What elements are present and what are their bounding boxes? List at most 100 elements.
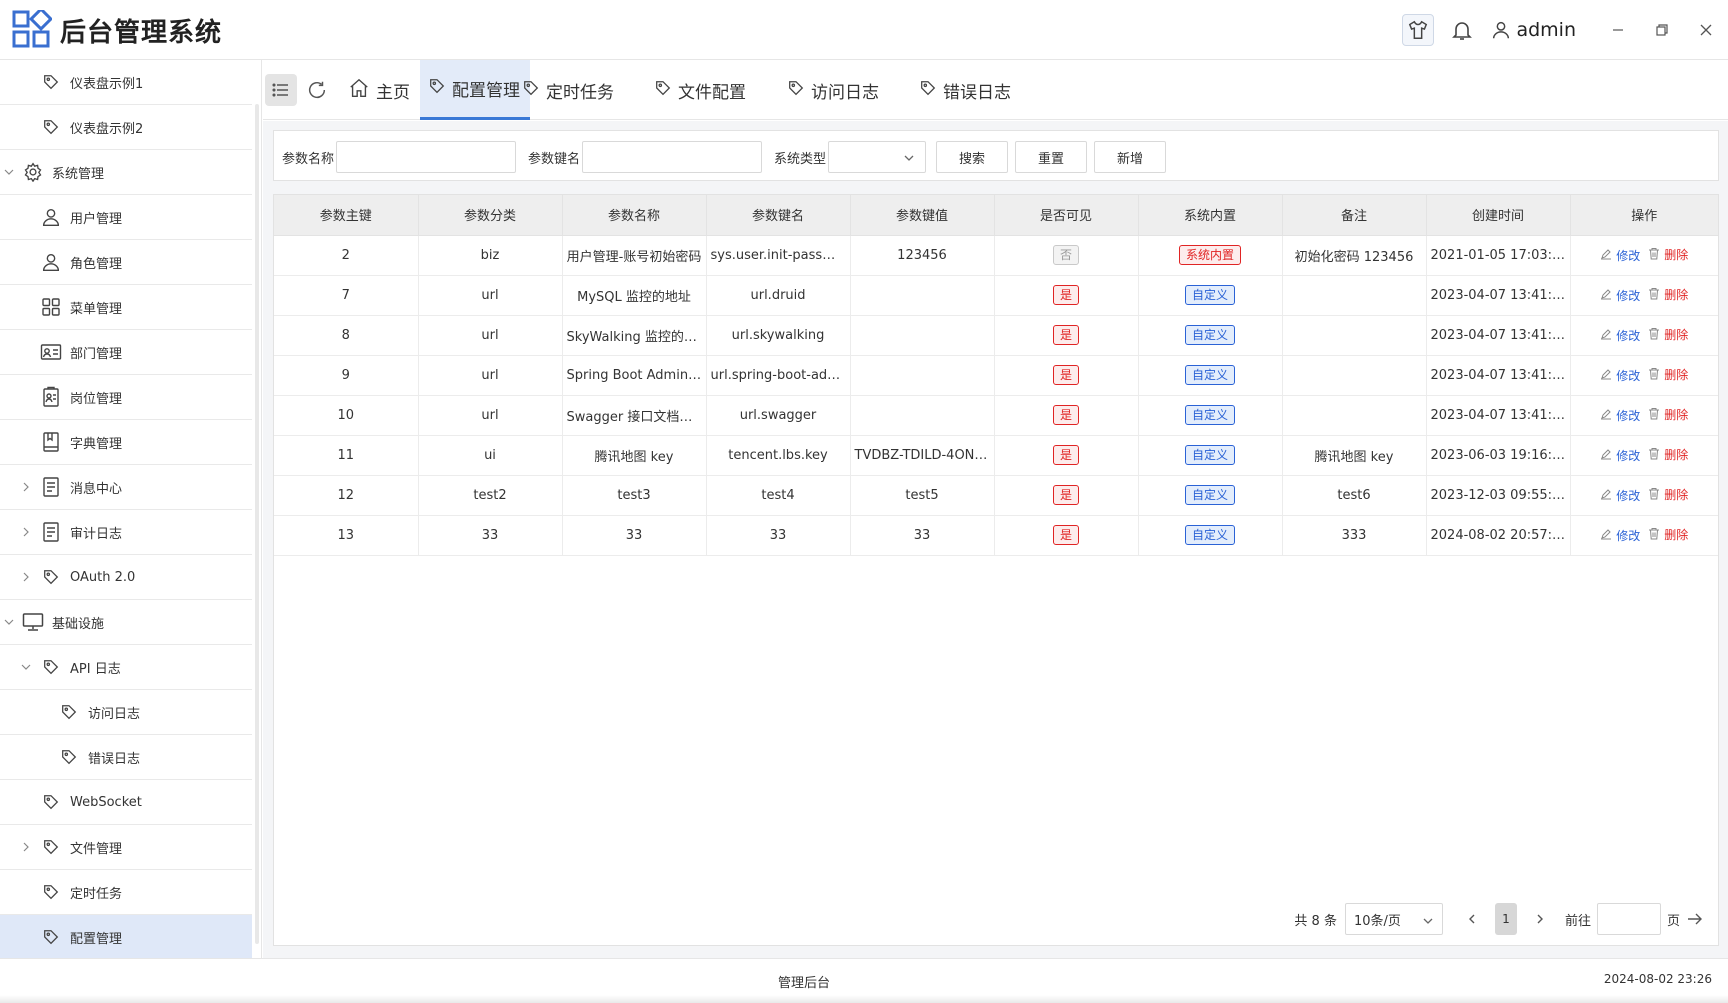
sidebar-item[interactable]: 仪表盘示例1 <box>0 60 252 105</box>
delete-label: 删除 <box>1664 328 1689 343</box>
cell-category: ui <box>418 435 563 476</box>
tab-label: 定时任务 <box>546 82 614 103</box>
cell-category: test2 <box>418 475 563 516</box>
sidebar-item[interactable]: 菜单管理 <box>0 285 252 330</box>
visible-tag: 是 <box>1052 365 1079 385</box>
sidebar-item[interactable]: 字典管理 <box>0 420 252 465</box>
builtin-tag: 自定义 <box>1184 485 1235 505</box>
edit-icon <box>1600 288 1616 303</box>
sidebar-item[interactable]: 文件管理 <box>0 825 252 870</box>
tab-item[interactable]: 定时任务 <box>520 60 642 120</box>
sidebar-item[interactable]: 错误日志 <box>0 735 252 780</box>
sidebar-item[interactable]: 消息中心 <box>0 465 252 510</box>
sidebar-item[interactable]: API 日志 <box>0 645 252 690</box>
sidebar-item[interactable]: 配置管理 <box>0 915 252 958</box>
sidebar-item[interactable]: OAuth 2.0 <box>0 555 252 600</box>
tag-icon <box>522 79 546 102</box>
tab-item[interactable]: 配置管理 <box>420 60 530 120</box>
book-icon <box>40 431 62 453</box>
close-button[interactable] <box>1684 0 1728 60</box>
reset-button[interactable]: 重置 <box>1015 141 1087 173</box>
tab-item[interactable]: 错误日志 <box>917 60 1039 120</box>
cell-category: url <box>418 355 563 396</box>
system-type-select[interactable] <box>828 141 926 173</box>
chevron-down-icon[interactable] <box>4 167 14 177</box>
delete-button[interactable]: 删除 <box>1648 446 1688 463</box>
sidebar-item-label: 系统管理 <box>52 166 105 182</box>
search-button[interactable]: 搜索 <box>936 141 1008 173</box>
chevron-down-icon[interactable] <box>21 662 31 672</box>
goto-page-button[interactable] <box>1680 903 1710 935</box>
cell-visible: 是 <box>994 435 1139 476</box>
edit-button[interactable]: 修改 <box>1600 367 1640 384</box>
edit-button[interactable]: 修改 <box>1600 287 1640 304</box>
tab-item[interactable]: 访问日志 <box>785 60 907 120</box>
edit-button[interactable]: 修改 <box>1600 447 1640 464</box>
menu-toggle-button[interactable] <box>265 74 297 106</box>
builtin-tag: 自定义 <box>1184 325 1235 345</box>
cell-name: Swagger 接口文档的... <box>562 395 707 436</box>
edit-button[interactable]: 修改 <box>1600 247 1640 264</box>
edit-button[interactable]: 修改 <box>1600 327 1640 344</box>
clipboard-icon <box>40 386 62 408</box>
delete-button[interactable]: 删除 <box>1648 246 1688 263</box>
sidebar-item[interactable]: 基础设施 <box>0 600 252 645</box>
chevron-right-icon <box>1537 914 1543 924</box>
sidebar-item[interactable]: 部门管理 <box>0 330 252 375</box>
visible-tag: 否 <box>1052 245 1079 265</box>
chevron-right-icon[interactable] <box>21 842 31 852</box>
tag-icon <box>58 746 80 768</box>
page-size-select[interactable]: 10条/页 <box>1344 903 1443 935</box>
chevron-right-icon[interactable] <box>21 527 31 537</box>
edit-button[interactable]: 修改 <box>1600 527 1640 544</box>
user-menu[interactable]: admin <box>1490 19 1576 41</box>
chevron-down-icon[interactable] <box>4 617 14 627</box>
delete-button[interactable]: 删除 <box>1648 326 1688 343</box>
prev-page-button[interactable] <box>1457 903 1487 935</box>
sidebar-item[interactable]: 系统管理 <box>0 150 252 195</box>
cell-remark <box>1282 355 1427 396</box>
sidebar-item[interactable]: 访问日志 <box>0 690 252 735</box>
bell-icon[interactable] <box>1446 14 1478 46</box>
restore-button[interactable] <box>1640 0 1684 60</box>
sidebar-item[interactable]: 仪表盘示例2 <box>0 105 252 150</box>
gear-icon <box>22 161 44 183</box>
goto-page-input[interactable] <box>1596 903 1661 935</box>
doc-icon <box>40 521 62 543</box>
delete-button[interactable]: 删除 <box>1648 526 1688 543</box>
chevron-right-icon[interactable] <box>21 482 31 492</box>
chevron-right-icon[interactable] <box>21 572 31 582</box>
sidebar-item[interactable]: 角色管理 <box>0 240 252 285</box>
delete-button[interactable]: 删除 <box>1648 366 1688 383</box>
builtin-tag: 自定义 <box>1184 405 1235 425</box>
edit-button[interactable]: 修改 <box>1600 407 1640 424</box>
tab-item[interactable]: 主页 <box>346 60 420 120</box>
tab-item[interactable]: 文件配置 <box>652 60 774 120</box>
sidebar-item[interactable]: 审计日志 <box>0 510 252 555</box>
param-key-input[interactable] <box>582 141 762 173</box>
sidebar-item-label: 仪表盘示例2 <box>70 121 144 137</box>
delete-button[interactable]: 删除 <box>1648 286 1688 303</box>
add-button[interactable]: 新增 <box>1094 141 1166 173</box>
sidebar-scrollbar[interactable] <box>255 104 259 944</box>
refresh-button[interactable] <box>301 74 333 106</box>
delete-label: 删除 <box>1664 448 1689 463</box>
delete-button[interactable]: 删除 <box>1648 486 1688 503</box>
cell-actions: 修改 删除 <box>1570 515 1718 556</box>
param-name-input[interactable] <box>336 141 516 173</box>
sidebar-item[interactable]: 岗位管理 <box>0 375 252 420</box>
sidebar-item-label: 用户管理 <box>70 211 123 227</box>
cell-visible: 是 <box>994 315 1139 356</box>
sidebar-item[interactable]: 定时任务 <box>0 870 252 915</box>
edit-button[interactable]: 修改 <box>1600 487 1640 504</box>
sidebar-item-label: 岗位管理 <box>70 391 123 407</box>
delete-button[interactable]: 删除 <box>1648 406 1688 423</box>
next-page-button[interactable] <box>1525 903 1555 935</box>
sidebar-item-label: OAuth 2.0 <box>70 569 136 585</box>
minimize-button[interactable] <box>1596 0 1640 60</box>
theme-shirt-icon[interactable] <box>1402 14 1435 46</box>
tag-icon <box>40 566 62 588</box>
page-number-current[interactable]: 1 <box>1494 903 1517 935</box>
sidebar-item[interactable]: 用户管理 <box>0 195 252 240</box>
sidebar-item[interactable]: WebSocket <box>0 780 252 825</box>
